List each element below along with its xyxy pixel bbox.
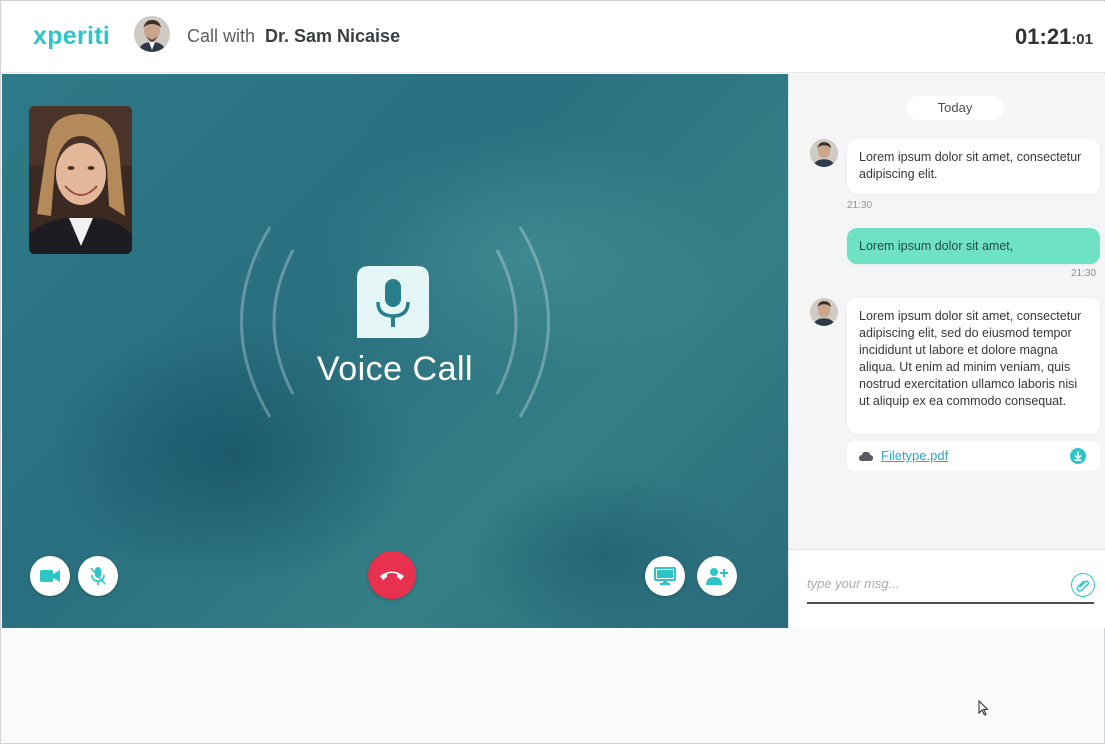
- input-underline: [807, 602, 1094, 604]
- sound-wave-left-icon: [240, 226, 295, 418]
- doctor-avatar: [134, 16, 170, 52]
- paperclip-icon: [1076, 580, 1090, 592]
- voice-call-label: Voice Call: [316, 350, 474, 388]
- voice-call-indicator: Voice Call: [225, 222, 565, 422]
- mute-button[interactable]: [78, 556, 118, 596]
- message-timestamp: 21:30: [1071, 268, 1097, 279]
- message-input[interactable]: [807, 572, 1067, 594]
- microphone-icon: [357, 266, 429, 338]
- message-bubble: Lorem ipsum dolor sit amet, consectetur …: [847, 298, 1100, 434]
- date-divider: Today: [906, 96, 1004, 120]
- add-user-icon: [706, 568, 728, 585]
- message-bubble: Lorem ipsum dolor sit amet, consectetur …: [847, 139, 1100, 194]
- phone-hangup-icon: [380, 571, 404, 580]
- download-icon[interactable]: [1070, 448, 1086, 464]
- xperiti-logo: xperiti: [33, 22, 111, 50]
- my-message-bubble: Lorem ipsum dolor sit amet,: [847, 228, 1100, 264]
- message-composer: [789, 549, 1105, 628]
- call-timer: 01:21:01: [1015, 24, 1093, 50]
- add-participant-button[interactable]: [697, 556, 737, 596]
- mic-off-icon: [90, 567, 106, 585]
- doctor-name: Dr. Sam Nicaise: [265, 26, 401, 46]
- timer-main: 01:21: [1015, 24, 1072, 49]
- camera-button[interactable]: [30, 556, 70, 596]
- file-link[interactable]: Filetype.pdf: [881, 448, 948, 463]
- monitor-icon: [654, 567, 676, 585]
- mouse-cursor-icon: [978, 700, 989, 716]
- video-camera-icon: [40, 570, 60, 582]
- message-timestamp: 21:30: [847, 200, 873, 211]
- sound-wave-right-icon: [495, 226, 550, 418]
- screen-share-button[interactable]: [645, 556, 685, 596]
- end-call-button[interactable]: [368, 551, 416, 599]
- call-stage: Voice Call: [2, 74, 788, 628]
- attach-button[interactable]: [1071, 573, 1095, 597]
- doctor-avatar: [810, 139, 838, 167]
- timer-seconds: :01: [1071, 31, 1093, 48]
- cloud-icon: [859, 451, 873, 461]
- call-with-label: Call with: [187, 26, 256, 46]
- top-bar: xperiti Call with Dr. Sam Nicaise 01:21:…: [2, 2, 1105, 73]
- chat-panel: Today Lorem ipsum dolor sit amet, consec…: [788, 74, 1105, 628]
- doctor-avatar: [810, 298, 838, 326]
- self-video-preview[interactable]: [29, 106, 132, 254]
- app-window: xperiti Call with Dr. Sam Nicaise 01:21:…: [0, 0, 1105, 744]
- file-attachment[interactable]: Filetype.pdf: [847, 441, 1100, 471]
